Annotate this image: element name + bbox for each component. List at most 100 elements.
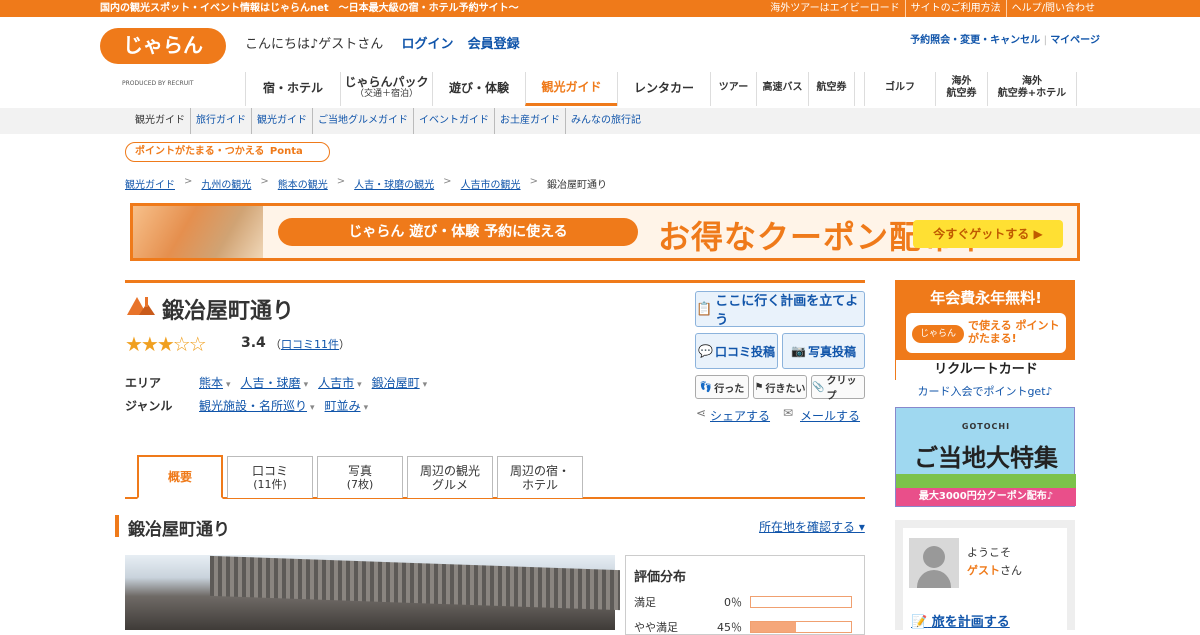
nav-label: 高速バス (762, 82, 803, 93)
breadcrumb-separator: > (336, 176, 346, 187)
mail-icon: ✉ (783, 406, 794, 420)
tab-nearby-hotels[interactable]: 周辺の宿・ ホテル (497, 456, 583, 498)
tab-reviews[interactable]: 口コミ (11件) (227, 456, 313, 498)
breadcrumb-item[interactable]: 人吉市の観光 (461, 176, 521, 191)
top-link-howto[interactable]: サイトのご利用方法 (904, 0, 1006, 17)
breadcrumb: 観光ガイド > 九州の観光 > 熊本の観光 > 人吉・球磨の観光 > 人吉市の観光 > 鍛… (125, 176, 607, 191)
top-link-abroad[interactable]: 海外ツアーはエイビーロード (765, 0, 904, 17)
subnav-gourmet[interactable]: ご当地グルメガイド (312, 108, 413, 134)
breadcrumb-item[interactable]: 九州の観光 (201, 176, 251, 191)
coupon-banner[interactable]: じゃらん 遊び・体験 予約に使える お得なクーポン配布中! 今すぐゲットする ▶ (130, 203, 1080, 261)
nav-label: じゃらんパック (344, 75, 429, 89)
nav-tour[interactable]: ツアー (710, 72, 756, 106)
genre-label: ジャンル (125, 399, 173, 413)
went-button[interactable]: 👣 行った (695, 375, 749, 399)
review-count-open: （ (270, 338, 281, 351)
camera-icon: 📷 (791, 344, 806, 358)
nav-rentacar[interactable]: レンタカー (617, 72, 710, 106)
tab-photos[interactable]: 写真 (7枚) (317, 456, 403, 498)
subnav-souvenir[interactable]: お土産ガイド (494, 108, 565, 134)
subnav-travel-guide[interactable]: 旅行ガイド (190, 108, 251, 134)
paperclip-icon: 📎 (812, 381, 825, 393)
mypage-link[interactable]: マイページ (1050, 35, 1100, 46)
register-link[interactable]: 会員登録 (468, 37, 520, 52)
nav-golf[interactable]: ゴルフ (864, 72, 935, 106)
banner-cta-button[interactable]: 今すぐゲットする ▶ (913, 220, 1063, 248)
nav-overseas-air[interactable]: 海外 航空券 (935, 72, 987, 106)
nav-label: ツアー (718, 82, 749, 93)
reservation-link[interactable]: 予約照会・変更・キャンセル (910, 35, 1040, 46)
area-link[interactable]: 熊本 (199, 374, 231, 391)
want-to-go-button[interactable]: ⚑ 行きたい (753, 375, 807, 399)
nav-label: 海外 (951, 76, 972, 87)
subnav-travelogue[interactable]: みんなの旅行記 (565, 108, 646, 134)
breadcrumb-item[interactable]: 熊本の観光 (278, 176, 328, 191)
breadcrumb-item[interactable]: 観光ガイド (125, 176, 175, 191)
area-link[interactable]: 鍛冶屋町 (372, 374, 428, 391)
distribution-percent: 0％ (724, 596, 742, 609)
nav-bus[interactable]: 高速バス (756, 72, 808, 106)
spot-tabs: 概要 口コミ (11件) 写真 (7枚) 周辺の観光 グルメ 周辺の宿・ ホテル (125, 455, 865, 499)
nav-sightseeing[interactable]: 観光ガイド (525, 72, 617, 106)
rating-score: 3.4 (241, 335, 266, 351)
nav-air[interactable]: 航空券 (808, 72, 854, 106)
plan-trip-button[interactable]: 📋 ここに行く計画を立てよう (695, 291, 865, 328)
tab-overview[interactable]: 概要 (137, 455, 223, 499)
banner-photo (133, 206, 263, 258)
gotochi-small: GOTOCHI (961, 422, 1011, 431)
nav-hotel[interactable]: 宿・ホテル (245, 72, 340, 106)
breadcrumb-separator: > (529, 176, 538, 187)
post-photo-label: 写真投稿 (807, 344, 856, 359)
mail-link[interactable]: メールする (800, 407, 860, 424)
post-review-button[interactable]: 💬 口コミ投稿 (695, 333, 778, 369)
ponta-badge[interactable]: ポイントがたまる・つかえる Ponta (125, 142, 330, 162)
avatar (909, 538, 959, 588)
genre-link[interactable]: 観光施設・名所巡り (199, 397, 315, 414)
card-ad-caption[interactable]: カード入会でポイントget♪ (895, 383, 1075, 399)
tab-label: 周辺の観光 (419, 463, 480, 478)
gotochi-ad[interactable]: GOTOCHI ご当地大特集 最大3000円分クーポン配布♪ (895, 407, 1076, 507)
area-link[interactable]: 人吉・球磨 (241, 374, 309, 391)
review-count-link[interactable]: 口コミ11件 (281, 338, 339, 351)
nav-label: ゴルフ (885, 82, 915, 93)
share-link[interactable]: シェアする (710, 407, 770, 424)
nav-overseas-air-hotel[interactable]: 海外 航空券+ホテル (987, 72, 1077, 106)
sub-nav: 観光ガイド 旅行ガイド 観光ガイド ご当地グルメガイド イベントガイド お土産ガ… (0, 108, 1200, 134)
jalan-logo[interactable]: じゃらん (100, 28, 226, 64)
plan-trip-link[interactable]: 📝 旅を計画する (911, 611, 1010, 630)
subnav-current: 観光ガイド (135, 115, 185, 126)
tab-nearby-sights[interactable]: 周辺の観光 グルメ (407, 456, 493, 498)
spot-photo[interactable] (125, 555, 620, 630)
nav-label: 海外 (1022, 76, 1042, 87)
post-photo-button[interactable]: 📷 写真投稿 (782, 333, 865, 369)
sightseeing-spot-icon (127, 297, 155, 315)
subnav-event[interactable]: イベントガイド (413, 108, 494, 134)
top-link-help[interactable]: ヘルプ/問い合わせ (1005, 0, 1100, 17)
nav-label: 宿・ホテル (262, 81, 323, 95)
area-label: エリア (125, 376, 162, 390)
genre-row: ジャンル 観光施設・名所巡り 町並み (125, 397, 378, 414)
nav-activities[interactable]: 遊び・体験 (432, 72, 525, 106)
distribution-label: 満足 (634, 596, 656, 609)
recruit-card-ad[interactable]: 年会費永年無料! で使える ポイントがたまる! じゃらん リクルートカード (895, 280, 1076, 380)
tab-sublabel: グルメ (431, 477, 468, 492)
breadcrumb-item[interactable]: 人吉・球磨の観光 (354, 176, 434, 191)
distribution-bar (750, 596, 852, 608)
photo-roof (210, 555, 620, 611)
card-ad-title: 年会費永年無料! (930, 289, 1042, 307)
spot-title: 鍛冶屋町通り (162, 299, 295, 324)
content-top-rule (125, 280, 865, 283)
area-link[interactable]: 人吉市 (318, 374, 362, 391)
breadcrumb-current: 鍛冶屋町通り (546, 180, 607, 191)
genre-link[interactable]: 町並み (325, 397, 369, 414)
clip-button[interactable]: 📎 クリップ (811, 375, 865, 402)
nav-jalan-pack[interactable]: じゃらんパック （交通＋宿泊） (340, 72, 432, 106)
subnav-sightseeing[interactable]: 観光ガイド (251, 108, 312, 134)
login-link[interactable]: ログイン (401, 37, 453, 52)
nav-sublabel: 航空券+ホテル (997, 88, 1067, 99)
gotochi-title: ご当地大特集 (914, 444, 1058, 472)
locate-link[interactable]: 所在地を確認する ▾ (759, 518, 865, 535)
share-icon: ⋖ (696, 406, 707, 420)
nav-sublabel: 航空券 (946, 88, 977, 99)
plan-trip-link-label: 旅を計画する (931, 615, 1010, 630)
